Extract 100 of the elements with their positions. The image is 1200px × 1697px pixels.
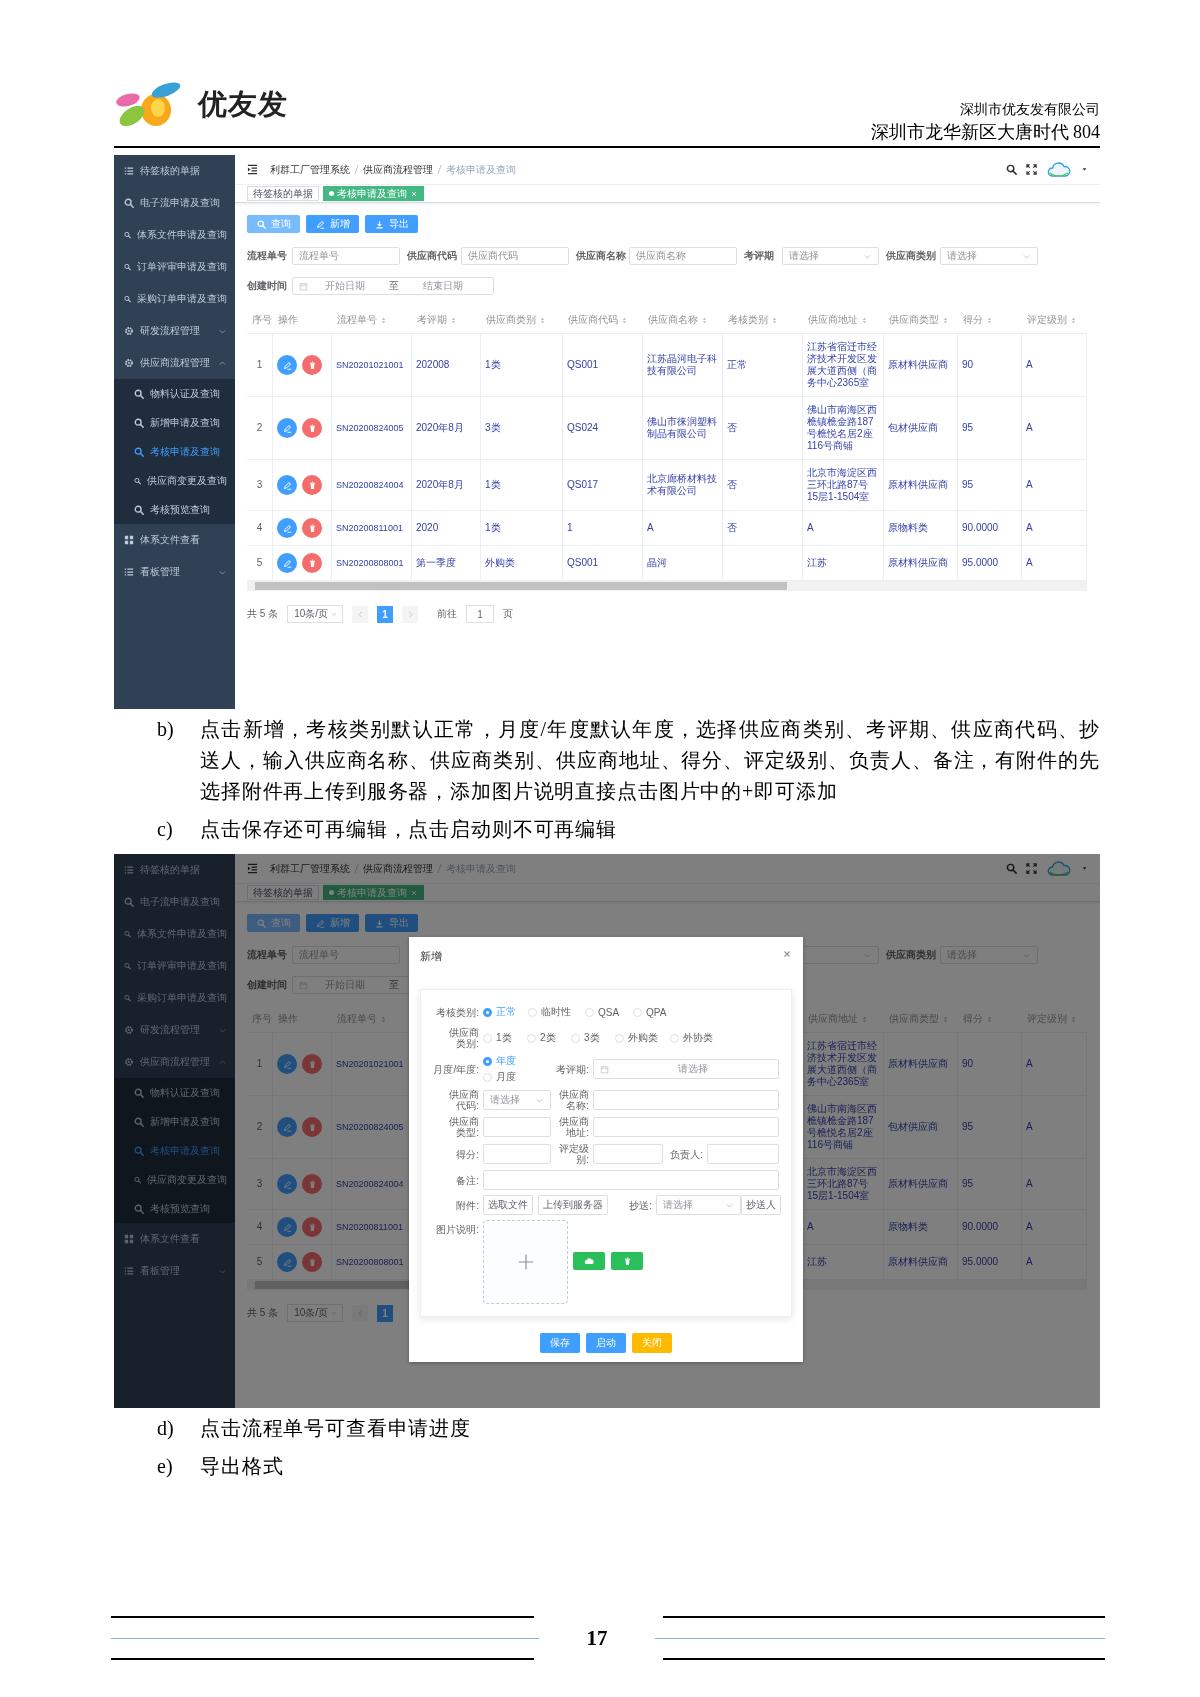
delete-button[interactable] bbox=[302, 1174, 322, 1194]
delete-button[interactable] bbox=[302, 1217, 322, 1237]
delete-button[interactable] bbox=[302, 418, 322, 438]
column-header[interactable]: 供应商名称 bbox=[648, 313, 708, 327]
page-size-select[interactable]: 10条/页 bbox=[287, 605, 344, 623]
edit-button[interactable] bbox=[277, 1117, 297, 1137]
page-size-select[interactable]: 10条/页 bbox=[287, 1304, 344, 1322]
edit-button[interactable] bbox=[277, 1252, 297, 1272]
input-field[interactable] bbox=[483, 1144, 551, 1164]
cloud-logo-icon[interactable] bbox=[1046, 159, 1072, 180]
radio-option[interactable]: QSA bbox=[585, 1006, 633, 1018]
sidebar-item[interactable]: 考核预览查询 bbox=[114, 495, 235, 524]
search-icon[interactable] bbox=[1006, 164, 1017, 175]
sidebar-item[interactable]: 待签核的单据 bbox=[114, 155, 235, 187]
close-icon[interactable] bbox=[410, 888, 418, 897]
tab[interactable]: 待签核的单据 bbox=[247, 885, 319, 900]
input-field[interactable] bbox=[593, 1090, 779, 1110]
radio-option[interactable]: 1类 bbox=[483, 1031, 527, 1045]
sidebar-item[interactable]: 物料认证及查询 bbox=[114, 1078, 235, 1107]
sidebar-item[interactable]: 体系文件查看 bbox=[114, 524, 235, 556]
menu-icon[interactable] bbox=[247, 164, 258, 175]
radio-option[interactable]: 外购类 bbox=[615, 1031, 670, 1045]
radio-option[interactable]: 月度 bbox=[483, 1070, 543, 1084]
column-header[interactable]: 得分 bbox=[963, 313, 993, 327]
delete-button[interactable] bbox=[302, 553, 322, 573]
delete-button[interactable] bbox=[302, 518, 322, 538]
column-header[interactable]: 供应商类别 bbox=[486, 313, 546, 327]
flow-number-link[interactable]: SN20200808001 bbox=[336, 557, 404, 569]
delete-button[interactable] bbox=[302, 1054, 322, 1074]
edit-button[interactable] bbox=[277, 1217, 297, 1237]
date-field[interactable]: 请选择 bbox=[593, 1059, 779, 1079]
sidebar-item[interactable]: 研发流程管理 bbox=[114, 315, 235, 347]
sidebar-item[interactable]: 体系文件查看 bbox=[114, 1223, 235, 1255]
flow-number-link[interactable]: SN20200824004 bbox=[336, 479, 404, 491]
delete-button[interactable] bbox=[302, 1252, 322, 1272]
close-icon[interactable] bbox=[782, 949, 792, 959]
radio-option[interactable]: 2类 bbox=[527, 1031, 571, 1045]
date-range-field[interactable]: 开始日期 至 结束日期 bbox=[292, 277, 494, 295]
sidebar-item[interactable]: 考核申请及查询 bbox=[114, 1136, 235, 1165]
input-field[interactable]: 流程单号 bbox=[292, 247, 400, 265]
page-number-button[interactable]: 1 bbox=[377, 1304, 394, 1322]
flow-number-link[interactable]: SN20201021001 bbox=[336, 359, 404, 371]
tab[interactable]: 待签核的单据 bbox=[247, 186, 319, 201]
edit-button[interactable] bbox=[277, 518, 297, 538]
tab[interactable]: 考核申请及查询 bbox=[323, 885, 424, 900]
toolbar-button[interactable]: 新增 bbox=[306, 215, 359, 233]
sidebar-item[interactable]: 考核预览查询 bbox=[114, 1194, 235, 1223]
flow-number-link[interactable]: SN20200824004 bbox=[336, 1178, 404, 1190]
dialog-button[interactable]: 启动 bbox=[586, 1333, 626, 1353]
input-field[interactable]: 供应商代码 bbox=[461, 247, 569, 265]
sidebar-item[interactable]: 电子流申请及查询 bbox=[114, 187, 235, 219]
tab[interactable]: 考核申请及查询 bbox=[323, 186, 424, 201]
sidebar-item[interactable]: 看板管理 bbox=[114, 556, 235, 588]
radio-option[interactable]: 3类 bbox=[571, 1031, 615, 1045]
caret-icon[interactable] bbox=[1081, 865, 1088, 872]
sidebar-item[interactable]: 新增申请及查询 bbox=[114, 408, 235, 437]
page-number-button[interactable]: 1 bbox=[377, 605, 394, 623]
edit-button[interactable] bbox=[277, 355, 297, 375]
column-header[interactable]: 供应商地址 bbox=[808, 313, 868, 327]
column-header[interactable]: 供应商代码 bbox=[568, 313, 628, 327]
sidebar-item[interactable]: 物料认证及查询 bbox=[114, 379, 235, 408]
flow-number-link[interactable]: SN20200808001 bbox=[336, 1256, 404, 1268]
cloud-logo-icon[interactable] bbox=[1046, 858, 1072, 879]
cc-button[interactable]: 抄送人 bbox=[741, 1195, 781, 1215]
flow-number-link[interactable]: SN20200811001 bbox=[336, 522, 403, 534]
upload-button[interactable]: 上传到服务器 bbox=[538, 1195, 608, 1215]
radio-option[interactable]: QPA bbox=[633, 1006, 681, 1018]
previous-page-button[interactable] bbox=[352, 605, 369, 623]
edit-button[interactable] bbox=[277, 1174, 297, 1194]
edit-button[interactable] bbox=[277, 553, 297, 573]
close-icon[interactable] bbox=[410, 189, 418, 198]
delete-button[interactable] bbox=[302, 355, 322, 375]
delete-button[interactable] bbox=[302, 475, 322, 495]
breadcrumb-link[interactable]: 利群工厂管理系统 bbox=[270, 861, 350, 876]
input-field[interactable]: 供应商名称 bbox=[629, 247, 737, 265]
column-header[interactable]: 供应商类型 bbox=[889, 313, 949, 327]
select-field[interactable]: 请选择 bbox=[483, 1090, 551, 1110]
page-input[interactable]: 1 bbox=[466, 605, 495, 623]
delete-button[interactable] bbox=[302, 1117, 322, 1137]
sidebar-item[interactable]: 订单评审申请及查询 bbox=[114, 251, 235, 283]
caret-icon[interactable] bbox=[1081, 166, 1088, 173]
breadcrumb-link[interactable]: 供应商流程管理 bbox=[363, 861, 433, 876]
column-header[interactable]: 考评期 bbox=[417, 313, 457, 327]
breadcrumb-link[interactable]: 利群工厂管理系统 bbox=[270, 162, 350, 177]
next-page-button[interactable] bbox=[402, 605, 419, 623]
edit-button[interactable] bbox=[277, 1054, 297, 1074]
input-field[interactable] bbox=[483, 1170, 779, 1190]
input-field[interactable] bbox=[483, 1117, 551, 1137]
edit-button[interactable] bbox=[277, 475, 297, 495]
toolbar-button[interactable]: 导出 bbox=[365, 914, 418, 932]
column-header[interactable]: 流程单号 bbox=[337, 313, 387, 327]
input-field[interactable] bbox=[593, 1144, 663, 1164]
input-field[interactable] bbox=[593, 1117, 779, 1137]
delete-button[interactable] bbox=[611, 1252, 643, 1270]
sidebar-item[interactable]: 考核申请及查询 bbox=[114, 437, 235, 466]
sidebar-item[interactable]: 供应商变更及查询 bbox=[114, 466, 235, 495]
flow-number-link[interactable]: SN20201021001 bbox=[336, 1058, 404, 1070]
toolbar-button[interactable]: 导出 bbox=[365, 215, 418, 233]
sidebar-item[interactable]: 采购订单申请及查询 bbox=[114, 283, 235, 315]
edit-button[interactable] bbox=[277, 418, 297, 438]
